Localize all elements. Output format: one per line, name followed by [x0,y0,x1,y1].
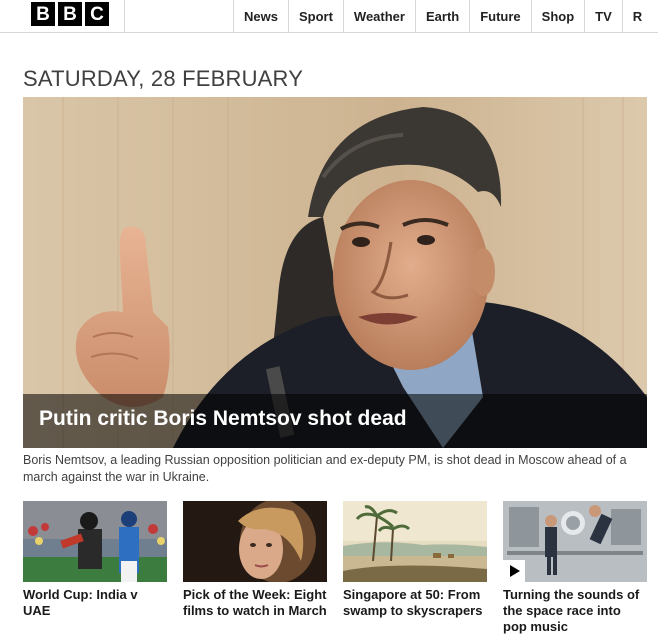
nav-item-news[interactable]: News [233,0,288,32]
card-thumbnail [183,501,327,582]
story-card-space-race[interactable]: Turning the sounds of the space race int… [503,501,647,635]
card-thumbnail [503,501,647,582]
story-card-singapore[interactable]: Singapore at 50: From swamp to skyscrape… [343,501,487,619]
nav-item-weather[interactable]: Weather [342,0,415,32]
card-title[interactable]: Singapore at 50: From swamp to skyscrape… [343,587,487,619]
hero-summary: Boris Nemtsov, a leading Russian opposit… [23,453,627,484]
card-thumbnail [343,501,487,582]
nav-item-tv[interactable]: TV [584,0,622,32]
card-thumbnail [23,501,167,582]
nav-item-earth[interactable]: Earth [414,0,469,32]
play-icon [510,565,520,577]
logo-divider [124,0,125,32]
logo-letter-c: C [85,2,109,26]
bbc-logo[interactable]: B B C [31,2,109,26]
card-title[interactable]: Turning the sounds of the space race int… [503,587,647,635]
card-title[interactable]: Pick of the Week: Eight films to watch i… [183,587,327,619]
logo-letter-b2: B [58,2,82,26]
nav-item-more[interactable]: R [621,0,652,32]
story-card-films[interactable]: Pick of the Week: Eight films to watch i… [183,501,327,619]
nav-item-shop[interactable]: Shop [530,0,585,32]
logo-letter-b1: B [31,2,55,26]
hero-story[interactable]: Putin critic Boris Nemtsov shot dead [23,97,647,448]
hero-caption-overlay: Putin critic Boris Nemtsov shot dead [23,394,647,448]
top-bar: B B C News Sport Weather Earth Future Sh… [0,0,658,33]
film-still-image [183,501,327,582]
singapore-painting-image [343,501,487,582]
main-nav: News Sport Weather Earth Future Shop TV … [233,0,652,32]
date-heading: Saturday, 28 February [23,66,304,91]
nav-item-sport[interactable]: Sport [287,0,343,32]
story-card-cricket[interactable]: World Cup: India v UAE [23,501,167,619]
hero-headline[interactable]: Putin critic Boris Nemtsov shot dead [39,407,407,431]
nav-item-future[interactable]: Future [469,0,530,32]
cricket-image [23,501,167,582]
video-play-badge[interactable] [503,560,525,582]
card-title[interactable]: World Cup: India v UAE [23,587,167,619]
